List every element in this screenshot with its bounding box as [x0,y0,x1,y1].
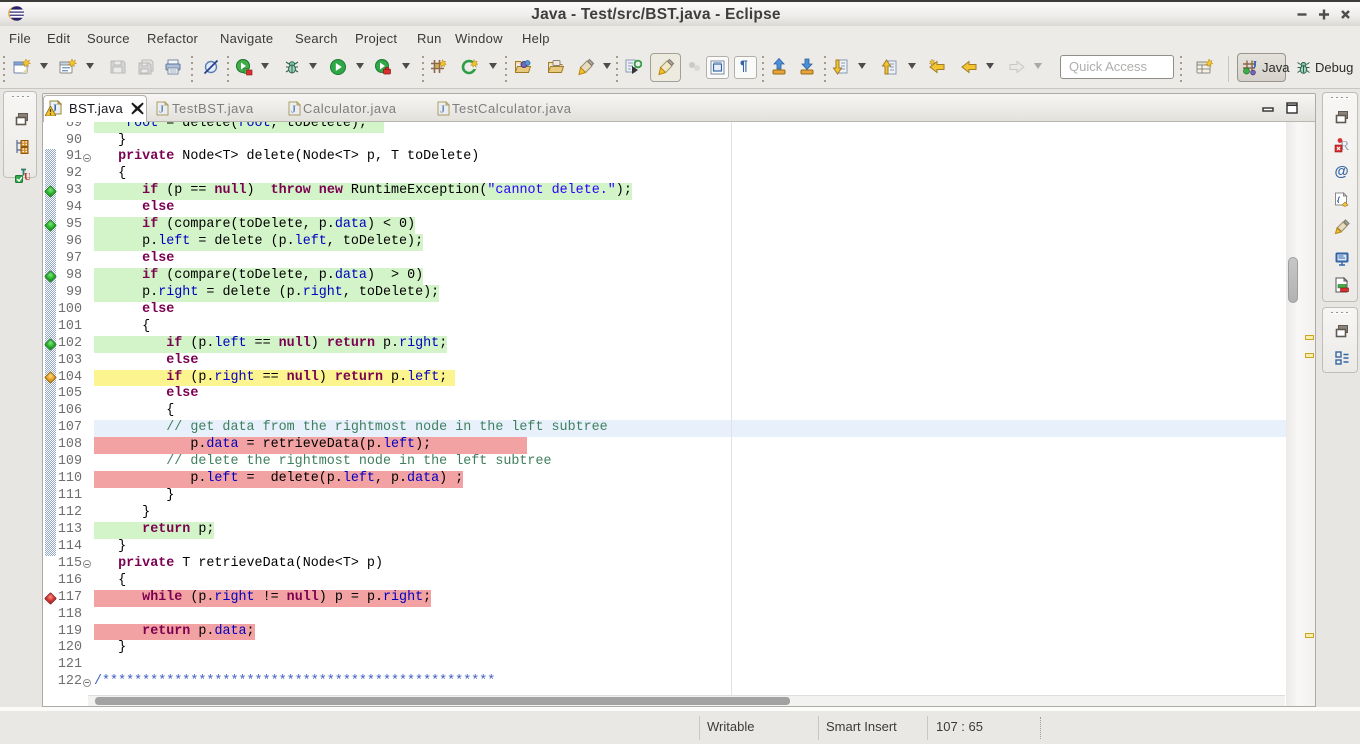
svg-text:J: J [291,105,296,116]
svg-text:J: J [440,105,445,116]
svg-text:U: U [24,172,30,183]
svg-text:J: J [159,105,164,116]
svg-text:J: J [1252,59,1258,71]
